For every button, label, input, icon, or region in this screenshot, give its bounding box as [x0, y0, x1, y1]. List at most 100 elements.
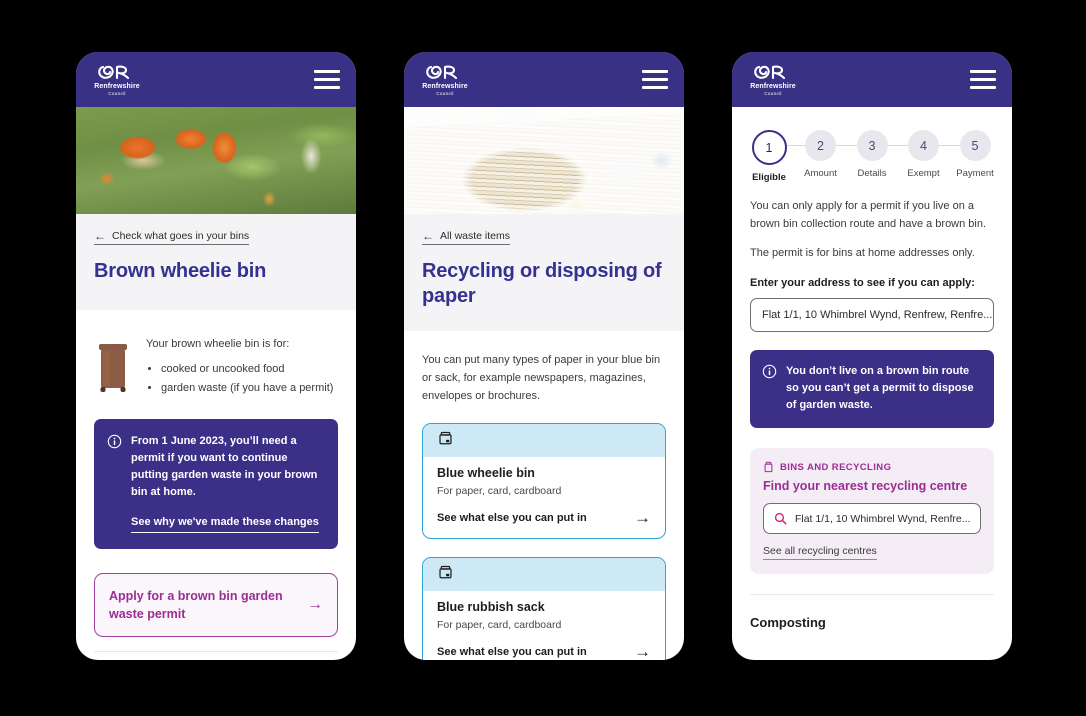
info-panel-body: From 1 June 2023, you’ll need a permit i… [131, 433, 324, 533]
back-arrow-icon: ← [94, 229, 106, 243]
progress-stepper: 1 Eligible 2 Amount 3 Details 4 Exempt 5… [732, 107, 1012, 183]
option-card-action-label: See what else you can put in [437, 645, 587, 658]
renfrewshire-council-logo[interactable]: Renfrewshire Council [746, 63, 800, 97]
hamburger-menu-icon[interactable] [314, 70, 340, 89]
renfrewshire-council-logo[interactable]: Renfrewshire Council [418, 63, 472, 97]
bin-icon [439, 565, 452, 579]
recycling-centre-promo: BINS AND RECYCLING Find your nearest rec… [750, 448, 994, 574]
step-4-exempt[interactable]: 4 Exempt [903, 130, 966, 183]
step-3-details[interactable]: 3 Details [851, 130, 914, 183]
option-card-action-label: See what else you can put in [437, 511, 587, 524]
back-link[interactable]: ← All waste items [422, 229, 511, 245]
option-card-body: Blue rubbish sack For paper, card, cardb… [423, 591, 665, 660]
eligibility-copy: You can only apply for a permit if you l… [732, 183, 1012, 262]
step-1-eligible[interactable]: 1 Eligible [748, 130, 811, 183]
logo-name: Renfrewshire [750, 82, 796, 90]
option-card-body: Blue wheelie bin For paper, card, cardbo… [423, 457, 665, 538]
phone-mockup-2: Renfrewshire Council ← All waste items R… [404, 52, 684, 660]
info-circle-icon [107, 433, 122, 533]
hamburger-menu-icon[interactable] [642, 70, 668, 89]
option-card-action[interactable]: See what else you can put in → [437, 509, 651, 526]
hamburger-menu-icon[interactable] [970, 70, 996, 89]
info-panel-text: From 1 June 2023, you’ll need a permit i… [131, 435, 318, 498]
promo-kicker: BINS AND RECYCLING [763, 461, 981, 473]
page-title: Recycling or disposing of paper [422, 260, 662, 307]
bin-intro: Your brown wheelie bin is for: [146, 338, 290, 350]
logo-name: Renfrewshire [422, 82, 468, 90]
page-intro-band: ← All waste items Recycling or disposing… [404, 214, 684, 331]
arrow-right-icon: → [634, 508, 651, 527]
step-5-payment[interactable]: 5 Payment [954, 130, 996, 183]
bin-item: garden waste (if you have a permit) [161, 380, 333, 396]
eligibility-alert-panel: You don’t live on a brown bin route so y… [750, 350, 994, 428]
app-header: Renfrewshire Council [404, 52, 684, 107]
info-circle-icon [762, 363, 777, 414]
step-label: Details [857, 168, 887, 179]
logo-name: Renfrewshire [94, 82, 140, 90]
apply-permit-label: Apply for a brown bin garden waste permi… [109, 589, 283, 621]
section-divider [94, 651, 338, 652]
info-panel-link[interactable]: See why we've made these changes [131, 514, 319, 533]
step-number: 3 [856, 130, 888, 161]
brown-bin-info-block: Your brown wheelie bin is for: cooked or… [76, 310, 356, 399]
address-input[interactable]: Flat 1/1, 10 Whimbrel Wynd, Renfrew, Ren… [750, 298, 994, 332]
apply-permit-button[interactable]: Apply for a brown bin garden waste permi… [94, 573, 338, 637]
step-label: Amount [804, 168, 837, 179]
promo-title: Find your nearest recycling centre [763, 479, 968, 493]
bin-icon [439, 431, 452, 445]
address-field-label: Enter your address to see if you can app… [750, 277, 975, 289]
arrow-right-icon: → [634, 642, 651, 660]
option-card-header [423, 424, 665, 457]
phone-mockup-3: Renfrewshire Council 1 Eligible 2 Amount [732, 52, 1012, 660]
screenshot-stage: Renfrewshire Council ← Check what goes i… [0, 0, 1086, 716]
search-input-value: Flat 1/1, 10 Whimbrel Wynd, Renfre... [794, 512, 970, 525]
bin-item-list: cooked or uncooked food garden waste (if… [146, 361, 333, 396]
renfrewshire-council-logo[interactable]: Renfrewshire Council [90, 63, 144, 97]
promo-kicker-label: BINS AND RECYCLING [780, 461, 892, 473]
alert-text: You don’t live on a brown bin route so y… [786, 365, 974, 411]
page-title: Brown wheelie bin [94, 260, 267, 282]
search-icon [774, 512, 787, 525]
permit-info-panel: From 1 June 2023, you’ll need a permit i… [94, 419, 338, 549]
recycling-centre-search-input[interactable]: Flat 1/1, 10 Whimbrel Wynd, Renfre... [763, 503, 981, 534]
logo-subname: Council [764, 90, 782, 96]
phone-3-viewport: Renfrewshire Council 1 Eligible 2 Amount [732, 52, 1012, 660]
phone-2-viewport: Renfrewshire Council ← All waste items R… [404, 52, 684, 660]
back-arrow-icon: ← [422, 229, 434, 243]
logo-subname: Council [436, 90, 454, 96]
back-link[interactable]: ← Check what goes in your bins [94, 229, 250, 245]
phone-1-viewport: Renfrewshire Council ← Check what goes i… [76, 52, 356, 660]
step-label: Eligible [752, 172, 786, 183]
option-card-subtitle: For paper, card, cardboard [437, 619, 562, 631]
brown-bin-text: Your brown wheelie bin is for: cooked or… [146, 336, 333, 399]
step-2-amount[interactable]: 2 Amount [800, 130, 863, 183]
option-card-blue-rubbish-sack[interactable]: Blue rubbish sack For paper, card, cardb… [422, 557, 666, 660]
option-card-blue-wheelie-bin[interactable]: Blue wheelie bin For paper, card, cardbo… [422, 423, 666, 539]
back-link-label: All waste items [440, 230, 511, 242]
step-number: 5 [959, 130, 991, 161]
eligibility-paragraph-2: The permit is for bins at home addresses… [750, 247, 975, 259]
page-body-copy: You can put many types of paper in your … [422, 354, 661, 402]
option-card-action[interactable]: See what else you can put in → [437, 643, 651, 660]
app-header: Renfrewshire Council [732, 52, 1012, 107]
see-all-recycling-centres-link[interactable]: See all recycling centres [763, 545, 877, 560]
section-title-composting: Composting [750, 615, 826, 630]
option-card-title: Blue rubbish sack [437, 600, 545, 614]
brown-bin-illustration [94, 336, 132, 399]
hero-image-paper [404, 107, 684, 214]
eligibility-paragraph-1: You can only apply for a permit if you l… [750, 200, 987, 230]
page-intro-band: ← Check what goes in your bins Brown whe… [76, 214, 356, 310]
option-card-header [423, 558, 665, 591]
step-number: 4 [908, 130, 939, 161]
bin-icon [764, 461, 773, 473]
phone-mockup-1: Renfrewshire Council ← Check what goes i… [76, 52, 356, 660]
bin-item: cooked or uncooked food [161, 361, 333, 377]
logo-subname: Council [108, 90, 126, 96]
option-card-subtitle: For paper, card, cardboard [437, 485, 562, 497]
step-number: 2 [805, 130, 836, 161]
hero-image-compost [76, 107, 356, 214]
step-label: Payment [956, 168, 994, 179]
arrow-right-icon: → [307, 596, 323, 613]
app-header: Renfrewshire Council [76, 52, 356, 107]
step-label: Exempt [907, 168, 940, 179]
